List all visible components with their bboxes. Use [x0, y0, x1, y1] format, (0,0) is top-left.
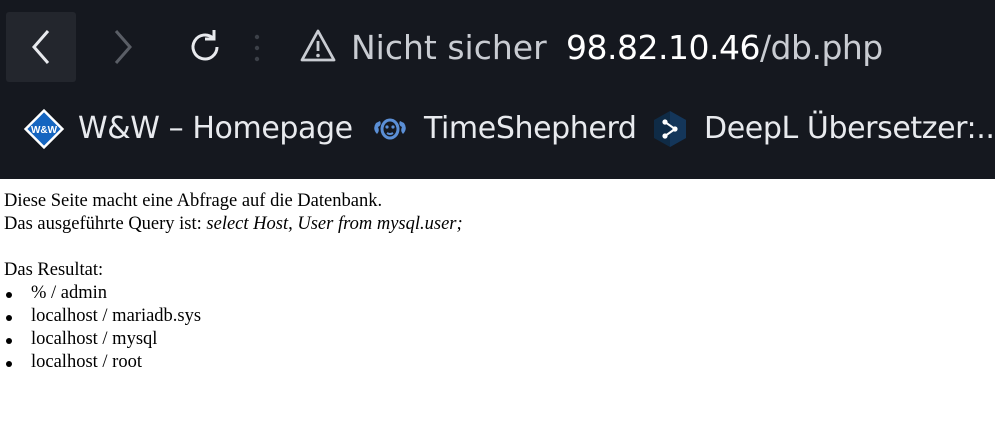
security-status-label[interactable]: Nicht sicher	[351, 26, 547, 70]
warning-triangle-icon[interactable]	[300, 28, 336, 64]
bookmark-label: TimeShepherd	[424, 111, 637, 146]
result-heading: Das Resultat:	[4, 260, 104, 280]
deepl-icon	[648, 107, 692, 151]
back-button[interactable]	[6, 12, 76, 82]
list-item: localhost / mariadb.sys	[4, 305, 463, 328]
reload-icon	[191, 30, 219, 61]
bookmark-ww-homepage[interactable]: W&W W&W – Homepage	[22, 106, 353, 152]
bookmark-timeshepherd[interactable]: TimeShepherd	[368, 106, 637, 152]
url-host: 98.82.10.46	[566, 28, 760, 67]
result-list: % / admin localhost / mariadb.sys localh…	[4, 282, 463, 374]
intro-line-1: Diese Seite macht eine Abfrage auf die D…	[4, 191, 383, 211]
bookmark-label: DeepL Übersetzer:...	[704, 111, 995, 146]
timeshepherd-icon	[368, 107, 412, 151]
intro-line-2: Das ausgeführte Query ist: select Host, …	[4, 213, 463, 236]
query-prefix: Das ausgeführte Query ist:	[4, 214, 202, 234]
page-content: Diese Seite macht eine Abfrage auf die D…	[4, 190, 463, 374]
chevron-right-icon	[114, 30, 132, 64]
url-path: /db.php	[759, 28, 883, 67]
toolbar-separator-icon	[254, 34, 260, 62]
list-item: localhost / root	[4, 351, 463, 374]
ww-logo-text: W&W	[31, 125, 58, 136]
forward-button[interactable]	[88, 12, 158, 82]
query-text: select Host, User from mysql.user;	[206, 214, 463, 234]
ww-logo-icon: W&W	[22, 107, 66, 151]
browser-chrome: Nicht sicher 98.82.10.46/db.php W&W W&W …	[0, 0, 995, 179]
list-item: localhost / mysql	[4, 328, 463, 351]
list-item: % / admin	[4, 282, 463, 305]
bookmark-label: W&W – Homepage	[78, 111, 353, 146]
address-bar[interactable]: 98.82.10.46/db.php	[566, 26, 883, 70]
reload-button[interactable]	[170, 12, 240, 82]
chevron-left-icon	[32, 30, 50, 64]
bookmark-deepl[interactable]: DeepL Übersetzer:...	[648, 106, 995, 152]
